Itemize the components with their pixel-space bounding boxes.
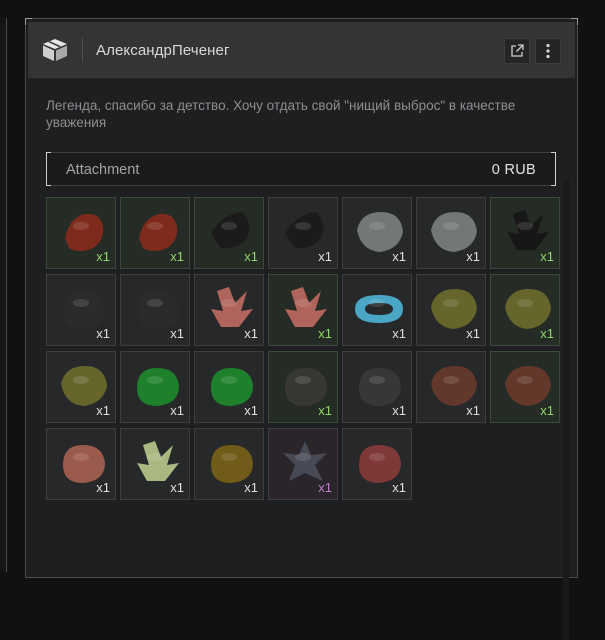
item-slot[interactable]: x1 (342, 197, 412, 269)
message-text: Легенда, спасибо за детство. Хочу отдать… (46, 98, 516, 130)
open-external-button[interactable] (504, 38, 530, 64)
item-quantity: x1 (96, 480, 110, 495)
side-panel-edge (0, 18, 7, 572)
item-slot[interactable]: x1 (268, 274, 338, 346)
item-quantity: x1 (392, 326, 406, 341)
item-slot[interactable]: x1 (342, 274, 412, 346)
message-window: АлександрПеченег Легенда, спасибо за дет… (25, 18, 578, 640)
item-slot[interactable]: x1 (194, 428, 264, 500)
header-divider (82, 38, 83, 62)
item-slot[interactable]: x1 (120, 274, 190, 346)
sender-name: АлександрПеченег (96, 42, 230, 59)
attachment-bar: Attachment 0 RUB (46, 152, 556, 186)
bracket-left (46, 152, 51, 186)
item-slot[interactable]: x1 (194, 274, 264, 346)
item-slot[interactable]: x1 (120, 351, 190, 423)
item-quantity: x1 (96, 326, 110, 341)
item-slot[interactable]: x1 (416, 351, 486, 423)
item-quantity: x1 (540, 403, 554, 418)
attachment-value: 0 RUB (491, 162, 536, 178)
item-quantity: x1 (318, 480, 332, 495)
item-slot[interactable]: x1 (194, 197, 264, 269)
item-slot[interactable]: x1 (46, 274, 116, 346)
message-header: АлександрПеченег (28, 22, 575, 79)
item-slot[interactable]: x1 (268, 428, 338, 500)
item-slot[interactable]: x1 (46, 197, 116, 269)
item-slot[interactable]: x1 (120, 197, 190, 269)
item-slot[interactable]: x1 (268, 351, 338, 423)
attachment-label: Attachment (66, 162, 140, 178)
item-quantity: x1 (244, 480, 258, 495)
bracket-right (551, 152, 556, 186)
item-quantity: x1 (466, 249, 480, 264)
item-slot[interactable]: x1 (268, 197, 338, 269)
item-quantity: x1 (170, 326, 184, 341)
item-quantity: x1 (318, 403, 332, 418)
item-slot[interactable]: x1 (490, 351, 560, 423)
item-quantity: x1 (466, 326, 480, 341)
item-quantity: x1 (466, 403, 480, 418)
item-quantity: x1 (244, 249, 258, 264)
item-quantity: x1 (96, 249, 110, 264)
item-quantity: x1 (244, 326, 258, 341)
item-quantity: x1 (96, 403, 110, 418)
item-slot[interactable]: x1 (194, 351, 264, 423)
item-quantity: x1 (170, 480, 184, 495)
item-quantity: x1 (392, 480, 406, 495)
item-slot[interactable]: x1 (342, 428, 412, 500)
item-quantity: x1 (244, 403, 258, 418)
external-link-icon (511, 44, 524, 57)
item-quantity: x1 (170, 249, 184, 264)
item-quantity: x1 (318, 326, 332, 341)
item-slot[interactable]: x1 (416, 197, 486, 269)
item-slot[interactable]: x1 (46, 351, 116, 423)
item-slot[interactable]: x1 (416, 274, 486, 346)
item-quantity: x1 (392, 249, 406, 264)
item-quantity: x1 (392, 403, 406, 418)
package-icon (43, 39, 67, 61)
item-slot[interactable]: x1 (490, 197, 560, 269)
item-slot[interactable]: x1 (490, 274, 560, 346)
item-quantity: x1 (540, 326, 554, 341)
item-slot[interactable]: x1 (342, 351, 412, 423)
item-slot[interactable]: x1 (120, 428, 190, 500)
item-quantity: x1 (170, 403, 184, 418)
more-options-button[interactable] (535, 38, 561, 64)
item-quantity: x1 (318, 249, 332, 264)
scrollbar-track[interactable] (563, 180, 569, 640)
item-slot[interactable]: x1 (46, 428, 116, 500)
more-vertical-icon (546, 43, 550, 59)
message-body: Легенда, спасибо за детство. Хочу отдать… (28, 80, 575, 640)
item-quantity: x1 (540, 249, 554, 264)
